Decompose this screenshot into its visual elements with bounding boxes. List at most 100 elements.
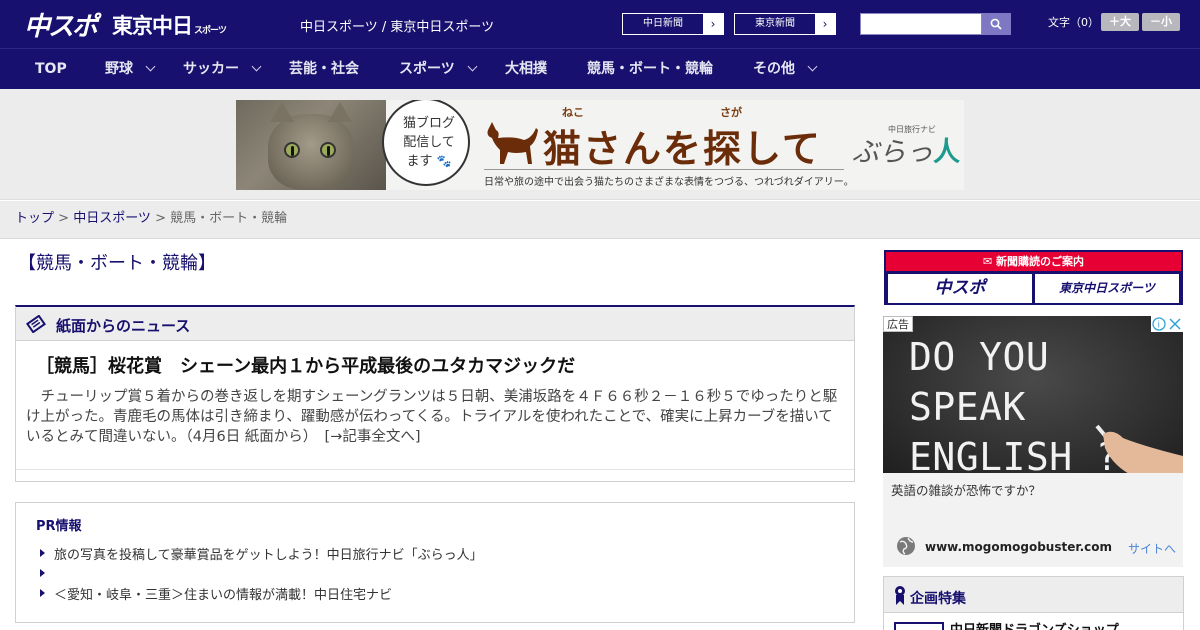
ad-caption[interactable]: 英語の雑談が恐怖ですか？	[891, 480, 1041, 499]
nav-item-sumo[interactable]: 大相撲	[505, 49, 547, 90]
feature-header: 企画特集	[884, 577, 1183, 613]
banner-area: 猫ブログ 配信して ます 🐾 ねこ さが 猫さんを探して 中日旅行ナビ ぶらっ人…	[0, 89, 1200, 200]
tokyo-chunichi-logo[interactable]: 東京中日 スポーツ	[112, 10, 227, 40]
news-divider	[16, 469, 854, 470]
cat-ear	[270, 102, 294, 122]
page-title: 【競馬・ボート・競輪】	[18, 253, 216, 274]
breadcrumb-current: 競馬・ボート・競輪	[170, 211, 288, 226]
speech-line-2: 配信して	[403, 135, 455, 150]
chuspo-logo[interactable]: 中スポ	[24, 6, 98, 43]
nav-item-baseball[interactable]: 野球	[105, 49, 156, 90]
chevron-down-icon	[807, 61, 818, 72]
mail-icon: ✉	[982, 255, 997, 268]
font-size-label: 文字（0）	[1048, 16, 1099, 29]
chevron-down-icon	[467, 61, 478, 72]
cat-eye	[284, 142, 300, 158]
neko-blog-banner[interactable]: 猫ブログ 配信して ます 🐾 ねこ さが 猫さんを探して 中日旅行ナビ ぶらっ人…	[236, 100, 964, 190]
nav-item-entertainment[interactable]: 芸能・社会	[289, 49, 359, 90]
nav-item-keiba[interactable]: 競馬・ボート・競輪	[587, 49, 713, 90]
pr-section: PR情報 旅の写真を投稿して豪華賞品をゲットしよう！中日旅行ナビ「ぶらっ人」 ＜…	[15, 502, 855, 623]
nav-item-label: スポーツ	[399, 61, 455, 77]
tokyo-chunichi-logo-text: 東京中日	[112, 14, 193, 38]
ad-image[interactable]: DO YOU SPEAK ENGLISH ? 広告 i	[883, 316, 1183, 473]
black-cat-icon	[487, 122, 538, 164]
chevron-right-icon: ›	[703, 14, 723, 34]
banner-subtitle: 日常や旅の途中で出会う猫たちのさまざまな表情をつづる、つれづれダイアリー。	[484, 177, 854, 188]
tokyo-shimbun-label: 東京新聞	[755, 18, 795, 29]
news-section: 紙面からのニュース ［競馬］桜花賞 シェーン最内１から平成最後のユタカマジックだ…	[15, 305, 855, 482]
svg-text:i: i	[1158, 321, 1161, 331]
breadcrumb-separator: >	[54, 211, 74, 226]
breadcrumb-chunichi-sports[interactable]: 中日スポーツ	[73, 211, 151, 226]
banner-title: 猫さんを探して	[543, 127, 822, 171]
chevron-right-icon: ›	[815, 14, 835, 34]
cat-eye	[320, 142, 336, 158]
buratto-logo-text: ぶらっ	[852, 137, 933, 168]
ad-url[interactable]: www.mogomogobuster.com	[925, 540, 1112, 554]
feature-title: 企画特集	[910, 591, 966, 607]
header-bar: 中スポ 東京中日 スポーツ 中日スポーツ / 東京中日スポーツ 中日新聞 › 東京…	[0, 0, 1200, 48]
buratto-logo: ぶらっ人	[852, 130, 960, 169]
feature-section: 企画特集 中日新聞ドラゴンズショップ	[883, 576, 1184, 630]
font-size-increase-button[interactable]: ＋大	[1101, 13, 1139, 31]
speech-bubble: 猫ブログ 配信して ます 🐾	[382, 100, 470, 186]
pr-item[interactable]: 旅の写真を投稿して豪華賞品をゲットしよう！中日旅行ナビ「ぶらっ人」	[40, 544, 483, 563]
nav-item-sports[interactable]: スポーツ	[399, 49, 478, 90]
speech-line-3: ます	[406, 154, 433, 169]
font-size-decrease-button[interactable]: －小	[1142, 13, 1180, 31]
news-headline[interactable]: ［競馬］桜花賞 シェーン最内１から平成最後のユタカマジックだ	[36, 352, 575, 378]
hand-with-chalk	[1095, 424, 1183, 473]
tokyo-chunichi-logo-sub: スポーツ	[194, 26, 227, 36]
news-body: チューリップ賞５着からの巻き返しを期すシェーングランツは５日朝、美浦坂路を４Ｆ６…	[26, 389, 838, 445]
breadcrumb: トップ > 中日スポーツ > 競馬・ボート・競輪	[0, 201, 1200, 239]
chuspo-subscribe-button[interactable]: 中スポ	[888, 274, 1032, 303]
nav-item-other[interactable]: その他	[753, 49, 818, 90]
main-nav: TOP 野球 サッカー 芸能・社会 スポーツ 大相撲 競馬・ボート・競輪 その他	[0, 48, 1200, 89]
banner-divider	[484, 169, 844, 170]
pr-item[interactable]	[40, 564, 54, 580]
chevron-down-icon	[251, 61, 262, 72]
globe-icon	[897, 537, 915, 555]
ad-site-link[interactable]: サイトへ	[1128, 540, 1176, 557]
ad-badge: 広告	[883, 316, 913, 332]
subscription-header-label: 新聞購読のご案内	[996, 255, 1085, 268]
ribbon-icon	[895, 586, 905, 605]
newspaper-icon	[26, 315, 46, 333]
pr-title: PR情報	[36, 519, 82, 534]
ad-box[interactable]: DO YOU SPEAK ENGLISH ? 広告 i 英語の雑談が恐怖ですか？…	[883, 316, 1183, 567]
chunichi-shimbun-label: 中日新聞	[643, 18, 683, 29]
chevron-down-icon	[145, 61, 156, 72]
search-input[interactable]	[860, 13, 982, 35]
cat-face	[268, 102, 354, 190]
chunichi-shimbun-link[interactable]: 中日新聞 ›	[622, 13, 724, 35]
feature-item-dragons-shop[interactable]: 中日新聞ドラゴンズショップ	[950, 619, 1119, 630]
search-button[interactable]	[982, 13, 1011, 35]
ad-choices-icon[interactable]: i	[1151, 316, 1183, 332]
nav-item-soccer[interactable]: サッカー	[183, 49, 262, 90]
speech-text: 猫ブログ 配信して ます 🐾	[400, 114, 458, 171]
nav-item-label: その他	[753, 61, 795, 77]
breadcrumb-top[interactable]: トップ	[15, 211, 54, 226]
nav-item-label: 芸能・社会	[289, 61, 359, 77]
nav-item-label: 野球	[105, 61, 133, 77]
speech-line-1: 猫ブログ	[402, 116, 455, 131]
site-title[interactable]: 中日スポーツ / 東京中日スポーツ	[300, 16, 494, 35]
nav-item-label: 競馬・ボート・競輪	[587, 61, 713, 77]
nav-item-top[interactable]: TOP	[35, 49, 67, 90]
pr-item[interactable]: ＜愛知・岐阜・三重＞住まいの情報が満載！中日住宅ナビ	[40, 584, 392, 603]
buratto-logo-kanji: 人	[933, 137, 960, 168]
nav-item-label: TOP	[35, 61, 67, 77]
news-section-title: 紙面からのニュース	[56, 317, 191, 335]
paw-icon: 🐾	[436, 154, 452, 168]
news-section-header: 紙面からのニュース	[16, 307, 854, 341]
cat-photo	[236, 100, 386, 190]
feature-thumbnail[interactable]	[894, 622, 944, 630]
cat-ear	[328, 102, 352, 122]
subscription-box: ✉ 新聞購読のご案内 中スポ 東京中日スポーツ	[884, 250, 1183, 305]
subscription-header: ✉ 新聞購読のご案内	[886, 252, 1181, 271]
search-icon	[990, 18, 1002, 30]
tokyo-chunichi-subscribe-button[interactable]: 東京中日スポーツ	[1035, 274, 1179, 303]
tokyo-shimbun-link[interactable]: 東京新聞 ›	[734, 13, 836, 35]
breadcrumb-separator: >	[150, 211, 171, 226]
nav-item-label: 大相撲	[505, 61, 547, 77]
